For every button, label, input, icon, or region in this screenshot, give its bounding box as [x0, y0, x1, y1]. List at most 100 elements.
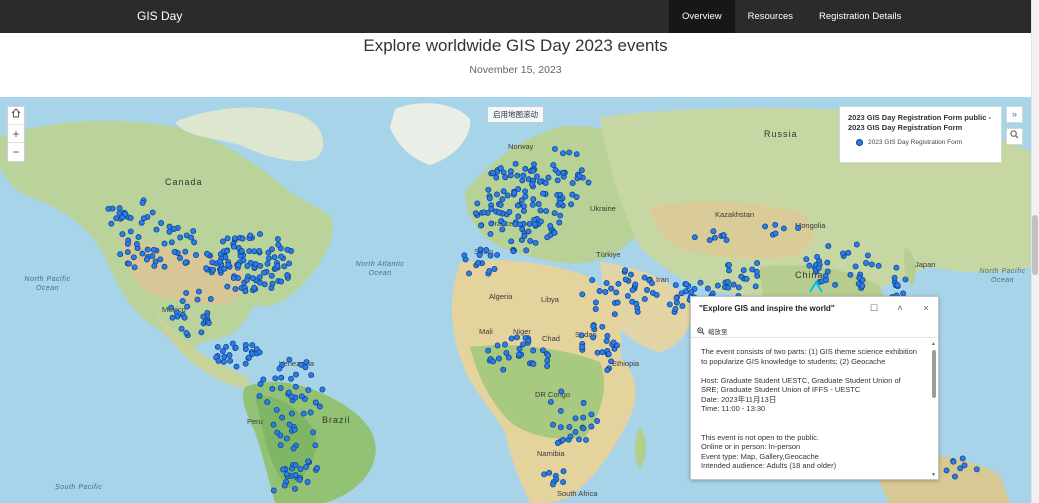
- event-point[interactable]: [264, 260, 271, 267]
- event-point[interactable]: [273, 406, 280, 413]
- event-point[interactable]: [706, 237, 713, 244]
- event-point[interactable]: [488, 220, 495, 227]
- event-point[interactable]: [678, 290, 685, 297]
- event-point[interactable]: [493, 174, 500, 181]
- event-point[interactable]: [649, 280, 655, 287]
- event-point[interactable]: [557, 212, 564, 219]
- event-point[interactable]: [596, 288, 603, 294]
- event-point[interactable]: [223, 343, 230, 350]
- event-point[interactable]: [158, 220, 165, 226]
- search-button[interactable]: [1006, 128, 1023, 145]
- event-point[interactable]: [149, 209, 156, 216]
- page-scrollbar-thumb[interactable]: [1032, 215, 1038, 275]
- event-point[interactable]: [500, 366, 507, 373]
- event-point[interactable]: [592, 306, 599, 312]
- event-point[interactable]: [613, 289, 620, 296]
- event-point[interactable]: [902, 276, 909, 283]
- event-point[interactable]: [486, 195, 493, 202]
- event-point[interactable]: [520, 203, 527, 210]
- event-point[interactable]: [169, 314, 176, 321]
- event-point[interactable]: [171, 248, 178, 255]
- event-point[interactable]: [530, 196, 537, 203]
- event-point[interactable]: [522, 188, 529, 195]
- event-point[interactable]: [545, 174, 552, 181]
- event-point[interactable]: [632, 281, 639, 288]
- event-point[interactable]: [551, 229, 558, 236]
- event-point[interactable]: [502, 174, 509, 181]
- event-point[interactable]: [516, 345, 523, 352]
- event-point[interactable]: [566, 149, 573, 156]
- event-point[interactable]: [283, 471, 290, 478]
- event-point[interactable]: [592, 299, 599, 306]
- event-point[interactable]: [557, 200, 564, 207]
- event-point[interactable]: [232, 344, 239, 351]
- event-point[interactable]: [672, 282, 679, 289]
- event-point[interactable]: [516, 351, 522, 358]
- event-point[interactable]: [633, 300, 640, 307]
- event-point[interactable]: [193, 252, 199, 258]
- event-point[interactable]: [529, 201, 536, 208]
- event-point[interactable]: [487, 230, 494, 237]
- event-point[interactable]: [242, 360, 249, 367]
- event-point[interactable]: [544, 357, 551, 364]
- event-point[interactable]: [602, 289, 609, 295]
- event-point[interactable]: [508, 335, 515, 342]
- zoom-in-button[interactable]: +: [8, 125, 24, 143]
- event-point[interactable]: [302, 364, 309, 371]
- event-point[interactable]: [803, 256, 810, 263]
- event-point[interactable]: [157, 256, 164, 263]
- event-point[interactable]: [125, 260, 132, 267]
- event-point[interactable]: [624, 292, 631, 299]
- event-point[interactable]: [139, 199, 146, 206]
- event-point[interactable]: [530, 361, 537, 367]
- event-point[interactable]: [108, 220, 115, 227]
- event-point[interactable]: [730, 281, 737, 288]
- event-point[interactable]: [852, 263, 859, 270]
- event-point[interactable]: [476, 252, 483, 258]
- event-point[interactable]: [288, 393, 295, 400]
- event-point[interactable]: [489, 169, 496, 176]
- event-point[interactable]: [256, 247, 263, 254]
- event-point[interactable]: [558, 388, 565, 395]
- event-point[interactable]: [847, 271, 854, 278]
- event-point[interactable]: [293, 371, 299, 378]
- event-point[interactable]: [501, 220, 508, 227]
- event-point[interactable]: [316, 403, 323, 410]
- event-point[interactable]: [280, 466, 287, 473]
- event-point[interactable]: [269, 385, 276, 392]
- event-point[interactable]: [256, 392, 263, 399]
- event-point[interactable]: [859, 276, 866, 283]
- event-point[interactable]: [704, 285, 711, 292]
- event-point[interactable]: [256, 349, 263, 356]
- event-point[interactable]: [191, 239, 198, 246]
- event-point[interactable]: [488, 206, 495, 212]
- event-point[interactable]: [256, 274, 263, 281]
- event-point[interactable]: [177, 234, 184, 241]
- event-point[interactable]: [182, 248, 189, 255]
- event-point[interactable]: [560, 150, 566, 157]
- event-point[interactable]: [510, 248, 517, 255]
- event-point[interactable]: [292, 462, 299, 469]
- event-point[interactable]: [644, 287, 650, 293]
- event-point[interactable]: [735, 284, 742, 291]
- event-point[interactable]: [806, 262, 813, 269]
- event-point[interactable]: [204, 250, 210, 257]
- event-point[interactable]: [140, 215, 147, 222]
- event-point[interactable]: [959, 455, 966, 462]
- event-point[interactable]: [177, 255, 183, 261]
- event-point[interactable]: [485, 186, 492, 193]
- event-point[interactable]: [143, 256, 150, 263]
- event-point[interactable]: [251, 248, 258, 255]
- event-point[interactable]: [497, 201, 504, 208]
- event-point[interactable]: [952, 473, 958, 480]
- event-point[interactable]: [772, 230, 779, 237]
- event-point[interactable]: [547, 398, 554, 405]
- event-point[interactable]: [217, 258, 223, 265]
- event-point[interactable]: [608, 285, 615, 292]
- event-point[interactable]: [893, 264, 900, 271]
- event-point[interactable]: [814, 253, 821, 260]
- event-point[interactable]: [238, 248, 245, 254]
- event-point[interactable]: [181, 314, 188, 321]
- event-point[interactable]: [567, 433, 574, 440]
- event-point[interactable]: [264, 399, 271, 406]
